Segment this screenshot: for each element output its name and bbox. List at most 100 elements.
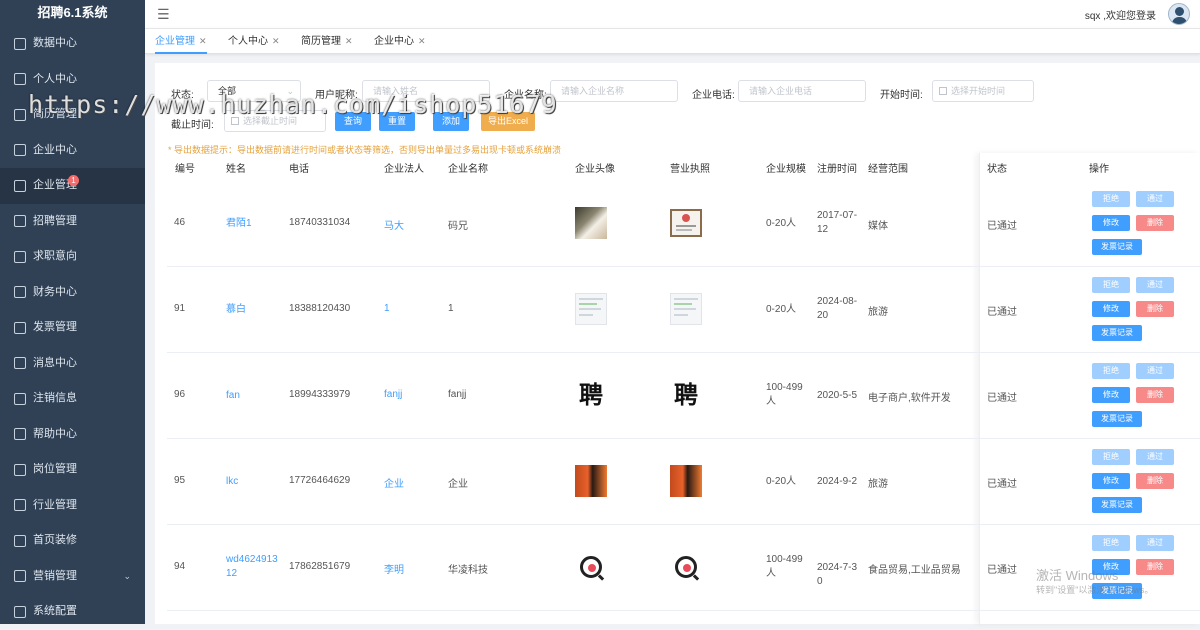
sidebar-item-label: 财务中心 bbox=[33, 285, 77, 298]
sidebar-item-label: 招聘管理 bbox=[33, 214, 77, 227]
wallet-icon bbox=[14, 286, 26, 299]
table-row: 96 fan 18994333979 fanjj fanjj 聘 聘 100-499人 2020… bbox=[167, 353, 1200, 439]
delete-button[interactable]: 删除 bbox=[1136, 473, 1174, 489]
company-avatar-image[interactable] bbox=[575, 551, 607, 583]
company-name-input[interactable]: 请输入企业名称 bbox=[550, 80, 678, 102]
company-avatar-image[interactable]: 聘 bbox=[575, 379, 607, 411]
cell-legal-link[interactable]: 企业 bbox=[384, 475, 404, 490]
start-time-picker[interactable]: 选择开始时间 bbox=[932, 80, 1034, 102]
cell-id: 95 bbox=[174, 475, 186, 486]
reject-button[interactable]: 拒绝 bbox=[1092, 535, 1130, 551]
sidebar-item-6[interactable]: 求职意向 bbox=[0, 239, 145, 275]
th-name: 姓名 bbox=[226, 164, 246, 175]
sidebar-item-9[interactable]: 消息中心 bbox=[0, 346, 145, 382]
monitor-icon bbox=[14, 37, 26, 50]
company-avatar-image[interactable] bbox=[575, 293, 607, 325]
close-icon[interactable]: ✕ bbox=[418, 36, 426, 46]
close-icon[interactable]: ✕ bbox=[199, 36, 207, 46]
company-avatar-image[interactable] bbox=[575, 207, 607, 239]
sidebar-item-0[interactable]: 数据中心 bbox=[0, 26, 145, 62]
edit-button[interactable]: 修改 bbox=[1092, 301, 1130, 317]
tab-personal-center[interactable]: 个人中心 ✕ bbox=[228, 29, 280, 54]
tab-resume-management[interactable]: 简历管理 ✕ bbox=[301, 29, 353, 54]
cell-name-link[interactable]: wd462491312 bbox=[226, 553, 278, 581]
tab-enterprise-center[interactable]: 企业中心 ✕ bbox=[374, 29, 426, 54]
close-icon[interactable]: ✕ bbox=[272, 36, 280, 46]
cell-name-link[interactable]: 慕白 bbox=[226, 303, 278, 317]
sidebar-item-15[interactable]: 营销管理 ⌄ bbox=[0, 559, 145, 595]
reject-button[interactable]: 拒绝 bbox=[1092, 449, 1130, 465]
reject-button[interactable]: 拒绝 bbox=[1092, 363, 1130, 379]
cell-company: fanjj bbox=[448, 389, 467, 400]
reject-button[interactable]: 拒绝 bbox=[1092, 277, 1130, 293]
document-icon bbox=[14, 108, 26, 121]
close-icon[interactable]: ✕ bbox=[345, 36, 353, 46]
approve-button[interactable]: 通过 bbox=[1136, 277, 1174, 293]
sidebar-item-7[interactable]: 财务中心 bbox=[0, 275, 145, 311]
table-row: 95 lkc 17726464629 企业 企业 0-20人 2024-9-2 旅游 已通过 拒绝… bbox=[167, 439, 1200, 525]
cell-size: 100-499人 bbox=[766, 554, 803, 579]
delete-button[interactable]: 删除 bbox=[1136, 387, 1174, 403]
company-avatar-image[interactable] bbox=[575, 465, 607, 497]
cell-legal-link[interactable]: fanjj bbox=[384, 389, 402, 400]
company-phone-input[interactable]: 请输入企业电话 bbox=[738, 80, 866, 102]
sidebar-item-11[interactable]: 帮助中心 bbox=[0, 417, 145, 453]
th-license: 营业执照 bbox=[670, 164, 710, 175]
sidebar-item-16[interactable]: 系统配置 bbox=[0, 594, 145, 630]
sidebar-item-10[interactable]: 注销信息 bbox=[0, 381, 145, 417]
menu-list-icon bbox=[14, 428, 26, 441]
cell-reg-date: 2017-07-12 bbox=[817, 210, 858, 235]
approve-button[interactable]: 通过 bbox=[1136, 449, 1174, 465]
sidebar-item-13[interactable]: 行业管理 bbox=[0, 488, 145, 524]
sidebar-item-label: 消息中心 bbox=[33, 356, 77, 369]
cell-company: 码兄 bbox=[448, 221, 468, 232]
sidebar-item-5[interactable]: 招聘管理 bbox=[0, 204, 145, 240]
business-license-image[interactable] bbox=[670, 207, 702, 239]
cell-scope: 旅游 bbox=[868, 479, 888, 490]
edit-button[interactable]: 修改 bbox=[1092, 215, 1130, 231]
business-license-image[interactable] bbox=[670, 465, 702, 497]
edit-button[interactable]: 修改 bbox=[1092, 473, 1130, 489]
approve-button[interactable]: 通过 bbox=[1136, 191, 1174, 207]
avatar[interactable] bbox=[1168, 3, 1190, 25]
approve-button[interactable]: 通过 bbox=[1136, 535, 1174, 551]
th-id: 编号 bbox=[175, 164, 195, 175]
sidebar-item-8[interactable]: 发票管理 bbox=[0, 310, 145, 346]
cell-reg-date: 2024-9-2 bbox=[817, 476, 858, 487]
invoice-records-button[interactable]: 发票记录 bbox=[1092, 411, 1142, 427]
cell-name-link[interactable]: fan bbox=[226, 389, 278, 403]
sidebar-item-3[interactable]: 企业中心 bbox=[0, 133, 145, 169]
user-greeting: sqx ,欢迎您登录 bbox=[1084, 11, 1156, 22]
tab-label: 个人中心 bbox=[228, 36, 268, 47]
invoice-records-button[interactable]: 发票记录 bbox=[1092, 239, 1142, 255]
business-license-image[interactable] bbox=[670, 551, 702, 583]
delete-button[interactable]: 删除 bbox=[1136, 559, 1174, 575]
invoice-records-button[interactable]: 发票记录 bbox=[1092, 497, 1142, 513]
cell-legal-link[interactable]: 1 bbox=[384, 303, 390, 314]
sidebar-item-4[interactable]: 企业管理 1 bbox=[0, 168, 145, 204]
cell-scope: 媒体 bbox=[868, 221, 888, 232]
delete-button[interactable]: 删除 bbox=[1136, 215, 1174, 231]
edit-button[interactable]: 修改 bbox=[1092, 387, 1130, 403]
tab-enterprise-management[interactable]: 企业管理 ✕ bbox=[155, 29, 207, 54]
invoice-records-button[interactable]: 发票记录 bbox=[1092, 325, 1142, 341]
cell-legal-link[interactable]: 李明 bbox=[384, 561, 404, 576]
approve-button[interactable]: 通过 bbox=[1136, 363, 1174, 379]
business-license-image[interactable]: 聘 bbox=[670, 379, 702, 411]
sidebar-item-14[interactable]: 首页装修 bbox=[0, 523, 145, 559]
reject-button[interactable]: 拒绝 bbox=[1092, 191, 1130, 207]
hamburger-menu-icon[interactable]: ☰ bbox=[157, 6, 170, 23]
cell-name-link[interactable]: 君陌1 bbox=[226, 217, 278, 231]
delete-button[interactable]: 删除 bbox=[1136, 301, 1174, 317]
tab-label: 企业中心 bbox=[374, 36, 414, 47]
home-icon bbox=[14, 463, 26, 476]
cell-reg-date: 2024-08-20 bbox=[817, 296, 858, 321]
business-license-image[interactable] bbox=[670, 293, 702, 325]
sidebar-item-12[interactable]: 岗位管理 bbox=[0, 452, 145, 488]
sidebar-item-label: 发票管理 bbox=[33, 321, 77, 333]
cell-name-link[interactable]: lkc bbox=[226, 475, 278, 489]
cell-legal-link[interactable]: 马大 bbox=[384, 217, 404, 232]
sidebar-item-label: 求职意向 bbox=[33, 250, 77, 262]
windows-activation-subtitle: 转到"设置"以激活 Windows。 bbox=[1036, 585, 1154, 595]
status-badge: 已通过 bbox=[987, 307, 1017, 318]
